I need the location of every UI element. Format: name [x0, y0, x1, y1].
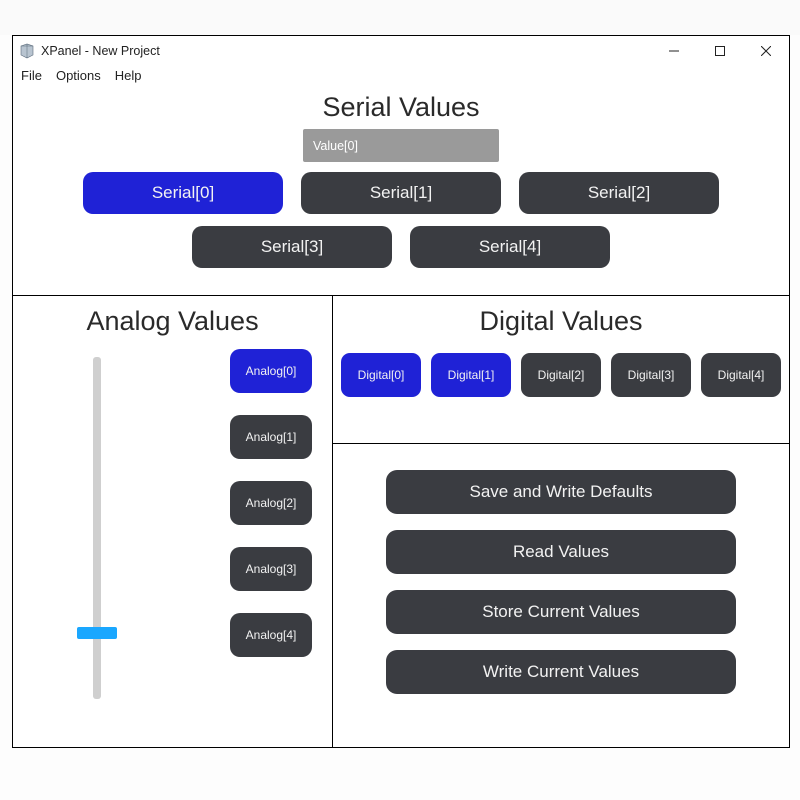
analog-section: Analog Values Analog[0] Analog[1] Analog… — [13, 296, 333, 747]
analog-slider-thumb[interactable] — [77, 627, 117, 639]
titlebar: XPanel - New Project — [13, 36, 789, 66]
analog-title: Analog Values — [13, 306, 332, 337]
menubar: File Options Help — [13, 66, 789, 87]
close-button[interactable] — [743, 36, 789, 66]
serial-button-0[interactable]: Serial[0] — [83, 172, 283, 214]
digital-button-0[interactable]: Digital[0] — [341, 353, 421, 397]
digital-button-1[interactable]: Digital[1] — [431, 353, 511, 397]
read-values-button[interactable]: Read Values — [386, 530, 736, 574]
digital-button-3[interactable]: Digital[3] — [611, 353, 691, 397]
analog-button-1[interactable]: Analog[1] — [230, 415, 312, 459]
write-current-button[interactable]: Write Current Values — [386, 650, 736, 694]
analog-button-3[interactable]: Analog[3] — [230, 547, 312, 591]
menu-help[interactable]: Help — [115, 68, 142, 83]
save-defaults-button[interactable]: Save and Write Defaults — [386, 470, 736, 514]
digital-button-4[interactable]: Digital[4] — [701, 353, 781, 397]
serial-title: Serial Values — [13, 92, 789, 123]
digital-title: Digital Values — [333, 306, 789, 337]
serial-button-4[interactable]: Serial[4] — [410, 226, 610, 268]
serial-button-3[interactable]: Serial[3] — [192, 226, 392, 268]
window-title: XPanel - New Project — [41, 44, 160, 58]
serial-button-1[interactable]: Serial[1] — [301, 172, 501, 214]
serial-section: Serial Values Value[0] Serial[0] Serial[… — [13, 92, 789, 296]
analog-slider-track[interactable] — [93, 357, 101, 699]
serial-value-input[interactable]: Value[0] — [303, 129, 499, 162]
store-current-button[interactable]: Store Current Values — [386, 590, 736, 634]
maximize-button[interactable] — [697, 36, 743, 66]
serial-button-2[interactable]: Serial[2] — [519, 172, 719, 214]
minimize-button[interactable] — [651, 36, 697, 66]
digital-button-2[interactable]: Digital[2] — [521, 353, 601, 397]
analog-button-2[interactable]: Analog[2] — [230, 481, 312, 525]
digital-section: Digital Values Digital[0] Digital[1] Dig… — [333, 296, 789, 444]
menu-file[interactable]: File — [21, 68, 42, 83]
app-window: XPanel - New Project File Options Help S… — [12, 35, 790, 748]
menu-options[interactable]: Options — [56, 68, 101, 83]
actions-section: Save and Write Defaults Read Values Stor… — [333, 444, 789, 747]
app-icon — [19, 43, 35, 59]
analog-button-4[interactable]: Analog[4] — [230, 613, 312, 657]
analog-button-0[interactable]: Analog[0] — [230, 349, 312, 393]
